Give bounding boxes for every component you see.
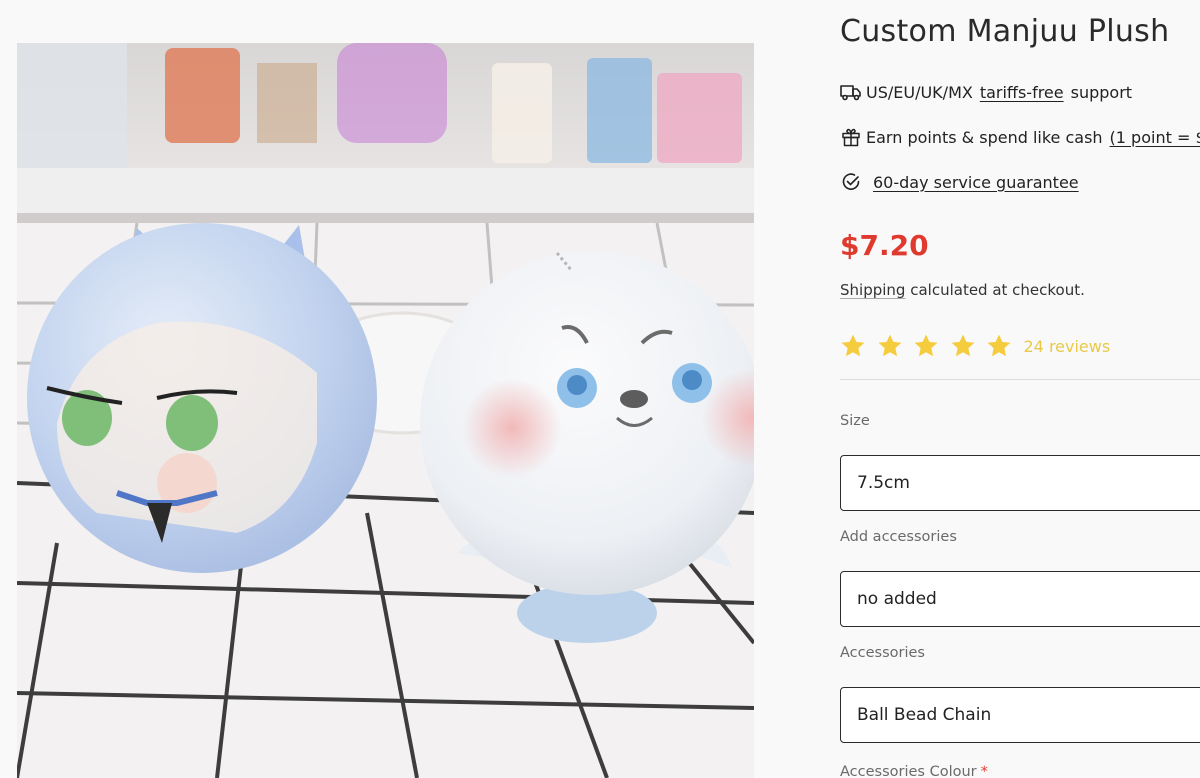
reviews-link[interactable]: 24 reviews	[1024, 337, 1111, 356]
star-icon	[878, 334, 901, 357]
tariffs-region-text: US/EU/UK/MX	[866, 82, 973, 102]
accessories-value: Ball Bead Chain	[857, 705, 992, 725]
accessories-label: Accessories	[840, 645, 925, 661]
size-label: Size	[840, 413, 870, 429]
add-accessories-value: no added	[857, 589, 937, 609]
shipping-note: Shipping calculated at checkout.	[840, 281, 1085, 299]
shipping-link[interactable]: Shipping	[840, 281, 905, 299]
check-circle-icon	[840, 171, 862, 193]
tariffs-support-text: support	[1070, 82, 1133, 102]
product-info: Custom Manjuu Plush US/EU/UK/MX tariffs-…	[840, 0, 1200, 778]
gift-icon	[840, 126, 862, 148]
required-asterisk: *	[980, 764, 988, 778]
accessories-select[interactable]: Ball Bead Chain	[840, 687, 1200, 743]
tariffs-feature: US/EU/UK/MX tariffs-free support	[840, 80, 1132, 104]
add-accessories-label: Add accessories	[840, 529, 957, 545]
add-accessories-select[interactable]: no added	[840, 571, 1200, 627]
points-feature: Earn points & spend like cash (1 point =…	[840, 125, 1200, 149]
points-rate-link[interactable]: (1 point = $	[1110, 128, 1200, 147]
points-text: Earn points & spend like cash	[866, 127, 1103, 147]
star-icon	[841, 334, 865, 357]
product-photo-illustration	[17, 43, 754, 778]
truck-icon	[840, 81, 862, 103]
star-icon	[914, 334, 938, 357]
size-value: 7.5cm	[857, 473, 910, 493]
accessories-colour-text: Accessories Colour	[840, 764, 977, 778]
rating[interactable]: 24 reviews	[840, 333, 1110, 359]
product-image[interactable]	[17, 43, 754, 778]
star-icon	[951, 334, 974, 357]
product-price: $7.20	[840, 229, 929, 262]
tariffs-free-link[interactable]: tariffs-free	[980, 83, 1064, 102]
accessories-colour-label: Accessories Colour *	[840, 764, 988, 778]
product-title: Custom Manjuu Plush	[840, 14, 1170, 49]
star-icon	[987, 334, 1011, 357]
guarantee-link[interactable]: 60-day service guarantee	[873, 173, 1079, 192]
shipping-text: calculated at checkout.	[910, 281, 1085, 299]
size-select[interactable]: 7.5cm	[840, 455, 1200, 511]
divider	[840, 379, 1200, 380]
guarantee-feature: 60-day service guarantee	[840, 170, 1079, 194]
